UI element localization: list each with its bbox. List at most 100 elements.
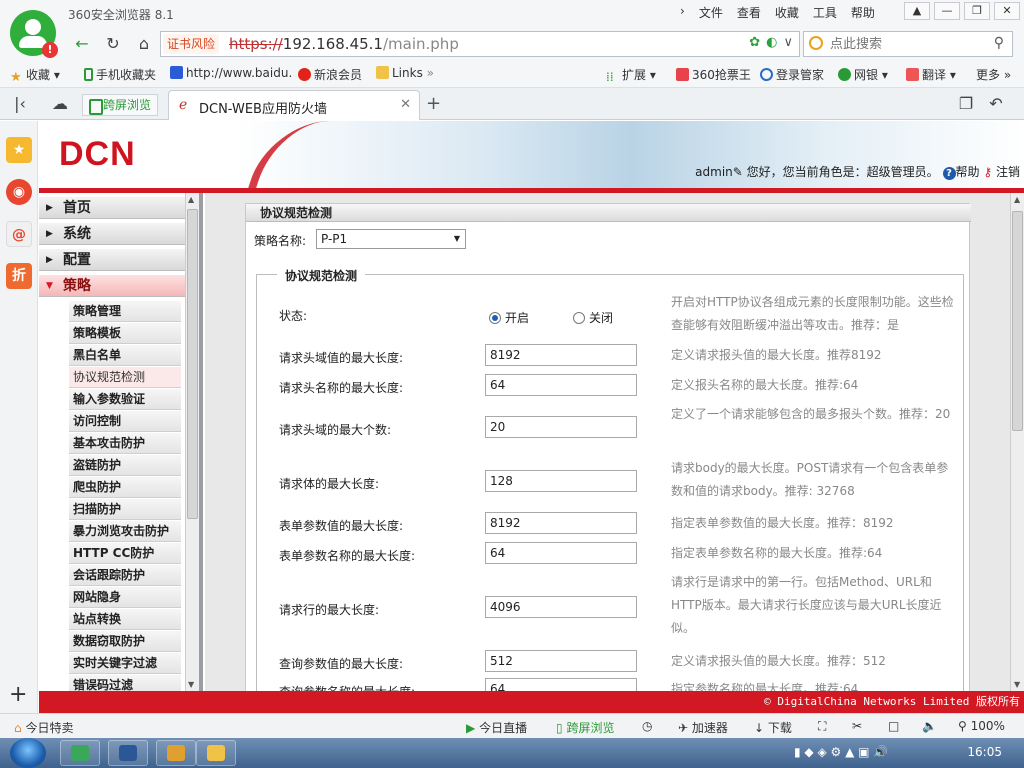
toolbar-extension[interactable]: ⁞⁞ 扩展 ▾	[606, 66, 656, 84]
menu-favorites[interactable]: 收藏	[775, 4, 799, 21]
toolbar-translate[interactable]: 翻译 ▾	[906, 66, 956, 83]
menu-arrow-icon[interactable]: ›	[680, 4, 685, 21]
header-count-max-input[interactable]	[485, 416, 637, 438]
menu-view[interactable]: 查看	[737, 4, 761, 21]
edit-icon[interactable]: ✎	[733, 165, 743, 179]
tab-active[interactable]: ℯ DCN-WEB应用防火墙 ✕	[168, 90, 420, 120]
help-link[interactable]: 帮助	[956, 165, 980, 179]
new-tab-button[interactable]: +	[426, 94, 441, 114]
menu-policy[interactable]: ▼ 策略	[39, 275, 185, 297]
query-value-maxlen-input[interactable]	[485, 650, 637, 672]
menu-item-hotlink[interactable]: 盗链防护	[69, 455, 181, 476]
menu-item-input-validation[interactable]: 输入参数验证	[69, 389, 181, 410]
menu-item-scan[interactable]: 扫描防护	[69, 499, 181, 520]
logout-link[interactable]: 注销	[996, 165, 1020, 179]
volume-icon[interactable]: 🔈	[922, 719, 937, 733]
request-line-maxlen-input[interactable]	[485, 596, 637, 618]
menu-config[interactable]: ▶ 配置	[39, 249, 185, 271]
scroll-up-icon[interactable]: ▲	[1014, 195, 1020, 204]
clock[interactable]: 16:05	[967, 745, 1002, 759]
frame-splitter[interactable]	[199, 193, 203, 691]
key-icon[interactable]: ⚷	[983, 165, 992, 179]
fav-mobile[interactable]: 手机收藏夹	[84, 66, 156, 83]
cross-screen-button[interactable]: ▯ 跨屏浏览	[556, 719, 614, 736]
menu-item-site-convert[interactable]: 站点转换	[69, 609, 181, 630]
menu-item-keyword-filter[interactable]: 实时关键字过滤	[69, 653, 181, 674]
menu-system[interactable]: ▶ 系统	[39, 223, 185, 245]
menu-home[interactable]: ▶ 首页	[39, 197, 185, 219]
menu-item-site-cloak[interactable]: 网站隐身	[69, 587, 181, 608]
taskbar-explorer-icon[interactable]	[196, 740, 236, 766]
url-text[interactable]: https://192.168.45.1/main.php	[229, 35, 459, 53]
menu-item-crawler[interactable]: 爬虫防护	[69, 477, 181, 498]
menu-item-session-track[interactable]: 会话跟踪防护	[69, 565, 181, 586]
scroll-thumb[interactable]	[1012, 211, 1023, 431]
mode-icon[interactable]: ◐	[766, 35, 777, 50]
form-name-maxlen-input[interactable]	[485, 542, 637, 564]
tab-close-icon[interactable]: ✕	[400, 97, 411, 112]
menu-tools[interactable]: 工具	[813, 4, 837, 21]
fav-sina[interactable]: 新浪会员	[298, 66, 362, 83]
fullscreen-icon[interactable]: ⛶	[818, 719, 826, 734]
search-engine-icon[interactable]	[809, 36, 823, 50]
form-value-maxlen-input[interactable]	[485, 512, 637, 534]
taskbar-app-icon[interactable]	[156, 740, 196, 766]
maximize-button[interactable]: ❐	[964, 2, 990, 20]
live-button[interactable]: ▶ 今日直播	[466, 719, 527, 736]
search-input[interactable]	[830, 35, 980, 53]
status-on-radio[interactable]: 开启	[489, 309, 529, 326]
taskbar-ie-icon[interactable]	[60, 740, 100, 766]
fav-links[interactable]: Links »	[376, 66, 434, 80]
menu-file[interactable]: 文件	[699, 4, 723, 21]
main-scrollbar[interactable]: ▲ ▼	[1010, 193, 1024, 691]
discount-icon[interactable]: 折	[6, 263, 32, 289]
header-value-maxlen-input[interactable]	[485, 344, 637, 366]
menu-item-errorcode-filter[interactable]: 错误码过滤	[69, 675, 181, 691]
close-button[interactable]: ✕	[994, 2, 1020, 20]
menu-item-protocol-check[interactable]: 协议规范检测	[69, 367, 181, 388]
toolbar-login[interactable]: 登录管家	[760, 66, 824, 83]
menu-item-brute-browse[interactable]: 暴力浏览攻击防护	[69, 521, 181, 542]
favorites-button[interactable]: ★ 收藏 ▾	[10, 66, 60, 85]
start-button[interactable]	[10, 738, 46, 768]
menu-help[interactable]: 帮助	[851, 4, 875, 21]
speed-icon[interactable]: ◷	[642, 719, 652, 733]
toolbar-ticket[interactable]: 360抢票王	[676, 66, 751, 83]
home-button[interactable]: ⌂	[132, 32, 156, 56]
window-icon[interactable]: □	[888, 719, 899, 733]
menu-item-http-cc[interactable]: HTTP CC防护	[69, 543, 181, 564]
weibo-icon[interactable]: ◉	[6, 179, 32, 205]
back-button[interactable]: ←	[70, 32, 94, 56]
search-box[interactable]: ⚲	[803, 31, 1013, 57]
address-bar[interactable]: 证书风险 https://192.168.45.1/main.php ✿ ◐ ∨	[160, 31, 800, 57]
minimize-button[interactable]: —	[934, 2, 960, 20]
menu-item-basic-attack[interactable]: 基本攻击防护	[69, 433, 181, 454]
refresh-button[interactable]: ↻	[101, 32, 125, 56]
status-off-radio[interactable]: 关闭	[573, 309, 613, 326]
header-name-maxlen-input[interactable]	[485, 374, 637, 396]
fav-baidu[interactable]: http://www.baidu.	[170, 66, 292, 80]
help-icon[interactable]: ?	[942, 167, 956, 180]
toolbar-bank[interactable]: 网银 ▾	[838, 66, 888, 83]
search-icon[interactable]: ⚲	[994, 35, 1004, 51]
cloud-icon[interactable]: ☁	[48, 92, 72, 116]
toolbar-more[interactable]: 更多 »	[976, 66, 1011, 83]
scroll-down-icon[interactable]: ▼	[1014, 680, 1020, 689]
menu-item-policy-template[interactable]: 策略模板	[69, 323, 181, 344]
security-icon[interactable]: ✿	[749, 35, 760, 50]
sidebar-toggle-icon[interactable]: |‹	[8, 92, 32, 116]
add-sidebar-icon[interactable]: +	[9, 682, 27, 707]
tab-list-icon[interactable]: ❐	[954, 92, 978, 116]
download-button[interactable]: ↓ 下载	[754, 719, 792, 736]
undo-close-icon[interactable]: ↶	[984, 92, 1008, 116]
menu-item-policy-mgmt[interactable]: 策略管理	[69, 301, 181, 322]
menu-item-access-control[interactable]: 访问控制	[69, 411, 181, 432]
scroll-thumb[interactable]	[187, 209, 198, 519]
browser-logo-icon[interactable]: !	[10, 10, 58, 58]
cert-warning[interactable]: 证书风险	[163, 34, 220, 54]
taskbar-word-icon[interactable]	[108, 740, 148, 766]
screenshot-icon[interactable]: ✂	[852, 719, 862, 733]
dropdown-icon[interactable]: ∨	[783, 35, 793, 50]
body-maxlen-input[interactable]	[485, 470, 637, 492]
username[interactable]: admin	[695, 165, 733, 179]
